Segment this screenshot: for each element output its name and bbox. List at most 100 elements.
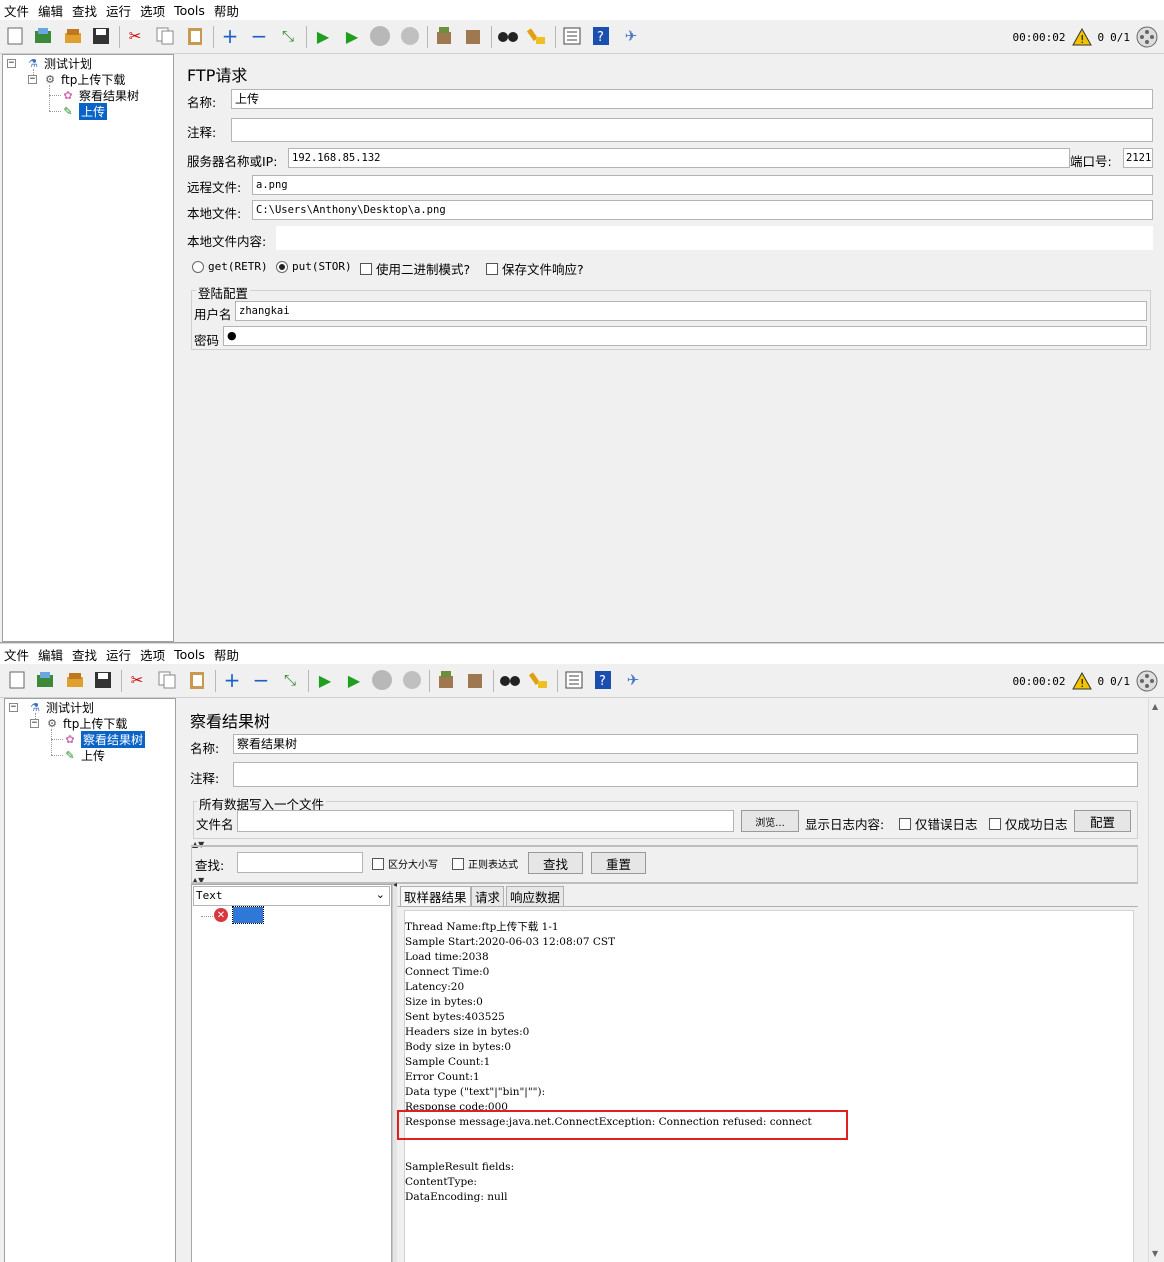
scroll-down-icon[interactable]: ▼ (1152, 1249, 1158, 1258)
open-templates-icon[interactable] (32, 25, 54, 47)
start-icon[interactable]: ▶ (312, 25, 334, 47)
menu-options[interactable]: 选项 (140, 1, 165, 20)
toggle-icon[interactable]: ⤡ (279, 669, 301, 691)
collapse-icon[interactable]: − (248, 24, 270, 48)
menu-search[interactable]: 查找 (72, 1, 97, 20)
server-input[interactable]: 192.168.85.132 (288, 148, 1070, 168)
help-icon[interactable]: ? (590, 25, 612, 47)
function-helper-icon[interactable] (563, 669, 585, 691)
tree-node-view-results[interactable]: ✿ 察看结果树 (62, 730, 146, 748)
comment-input[interactable] (233, 762, 1138, 787)
tab-request[interactable]: 请求 (471, 886, 505, 906)
scroll-up-icon[interactable]: ▲ (1152, 702, 1158, 711)
comment-input[interactable] (231, 118, 1153, 142)
radio-get[interactable]: get(RETR) (192, 260, 268, 273)
search-binoculars-icon[interactable] (497, 25, 519, 47)
menu-search[interactable]: 查找 (72, 645, 97, 664)
clear-all-icon[interactable] (464, 669, 486, 691)
shutdown-icon[interactable] (401, 669, 423, 691)
stop-icon[interactable] (371, 669, 393, 691)
menu-options[interactable]: 选项 (140, 645, 165, 664)
paste-icon[interactable] (184, 25, 206, 47)
find-button[interactable]: 查找 (528, 852, 583, 874)
tree-node-test-plan[interactable]: ⚗ 测试计划 (25, 55, 92, 71)
open-templates-icon[interactable] (34, 669, 56, 691)
tree-node-test-plan[interactable]: ⚗ 测试计划 (27, 699, 94, 715)
remote-file-input[interactable]: a.png (252, 175, 1153, 195)
start-icon[interactable]: ▶ (314, 669, 336, 691)
success-only-checkbox[interactable]: 仅成功日志 (989, 814, 1068, 833)
help-icon[interactable]: ? (592, 669, 614, 691)
menu-edit[interactable]: 编辑 (38, 645, 63, 664)
open-icon[interactable] (62, 25, 84, 47)
result-item-upload[interactable]: 上传 (231, 906, 265, 924)
local-file-input[interactable]: C:\Users\Anthony\Desktop\a.png (252, 200, 1153, 220)
menu-help[interactable]: 帮助 (214, 645, 239, 664)
menu-file[interactable]: 文件 (4, 1, 29, 20)
search-binoculars-icon[interactable] (499, 669, 521, 691)
cut-icon[interactable]: ✂ (126, 669, 148, 691)
menu-edit[interactable]: 编辑 (38, 1, 63, 20)
function-helper-icon[interactable] (561, 25, 583, 47)
remote-icon[interactable]: ✈ (620, 25, 642, 47)
tree-node-thread-group[interactable]: ⚙ ftp上传下载 (44, 715, 127, 731)
save-icon[interactable] (92, 669, 114, 691)
tree-node-thread-group[interactable]: ⚙ ftp上传下载 (42, 71, 125, 87)
warning-icon[interactable]: ! (1071, 28, 1092, 46)
filename-input[interactable] (237, 810, 734, 832)
menu-run[interactable]: 运行 (106, 1, 131, 20)
clear-all-icon[interactable] (462, 25, 484, 47)
start-no-pause-icon[interactable]: ▶ (341, 25, 363, 47)
search-input[interactable] (237, 852, 363, 873)
expand-icon[interactable]: + (219, 24, 241, 48)
collapse-toggle[interactable]: − (28, 75, 37, 84)
name-input[interactable]: 察看结果树 (233, 734, 1138, 754)
toggle-icon[interactable]: ⤡ (277, 25, 299, 47)
menu-tools[interactable]: Tools (174, 3, 205, 18)
tree-node-ftp-sampler[interactable]: ✎ 上传 (62, 747, 105, 763)
menu-file[interactable]: 文件 (4, 645, 29, 664)
tab-response-data[interactable]: 响应数据 (506, 886, 565, 906)
new-icon[interactable] (6, 669, 28, 691)
cut-icon[interactable]: ✂ (124, 25, 146, 47)
reset-search-icon[interactable] (526, 25, 548, 47)
tab-sampler-result[interactable]: 取样器结果 (400, 886, 471, 906)
port-input[interactable]: 2121 (1123, 148, 1153, 168)
local-content-input[interactable] (276, 226, 1153, 250)
collapse-toggle[interactable]: − (9, 703, 18, 712)
collapse-icon[interactable]: − (250, 668, 272, 692)
reset-search-icon[interactable] (528, 669, 550, 691)
username-input[interactable]: zhangkai (235, 301, 1147, 321)
collapse-toggle[interactable]: − (30, 719, 39, 728)
paste-icon[interactable] (186, 669, 208, 691)
stop-icon[interactable] (369, 25, 391, 47)
save-response-checkbox[interactable]: 保存文件响应? (486, 259, 584, 278)
new-icon[interactable] (4, 25, 26, 47)
warning-icon[interactable]: ! (1071, 672, 1092, 690)
menu-tools[interactable]: Tools (174, 647, 205, 662)
clear-icon[interactable] (435, 669, 457, 691)
errors-only-checkbox[interactable]: 仅错误日志 (899, 814, 978, 833)
password-input[interactable]: ● (223, 326, 1147, 346)
regex-checkbox[interactable]: 正则表达式 (452, 856, 518, 871)
renderer-select[interactable]: Text ⌄ (193, 886, 390, 906)
start-no-pause-icon[interactable]: ▶ (343, 669, 365, 691)
vertical-scrollbar[interactable]: ▲ ▼ (1148, 698, 1162, 1262)
collapse-toggle[interactable]: − (7, 59, 16, 68)
open-icon[interactable] (64, 669, 86, 691)
copy-icon[interactable] (154, 25, 176, 47)
reset-button[interactable]: 重置 (591, 852, 646, 874)
expand-icon[interactable]: + (221, 668, 243, 692)
radio-put[interactable]: put(STOR) (276, 260, 352, 273)
tree-node-ftp-sampler[interactable]: ✎ 上传 (60, 102, 108, 120)
binary-mode-checkbox[interactable]: 使用二进制模式? (360, 259, 470, 278)
shutdown-icon[interactable] (399, 25, 421, 47)
menu-help[interactable]: 帮助 (214, 1, 239, 20)
split-arrow-left-icon[interactable]: ◂ (393, 880, 397, 889)
configure-button[interactable]: 配置 (1074, 810, 1131, 832)
menu-run[interactable]: 运行 (106, 645, 131, 664)
browse-button[interactable]: 浏览... (741, 810, 799, 832)
copy-icon[interactable] (156, 669, 178, 691)
save-icon[interactable] (90, 25, 112, 47)
clear-icon[interactable] (433, 25, 455, 47)
